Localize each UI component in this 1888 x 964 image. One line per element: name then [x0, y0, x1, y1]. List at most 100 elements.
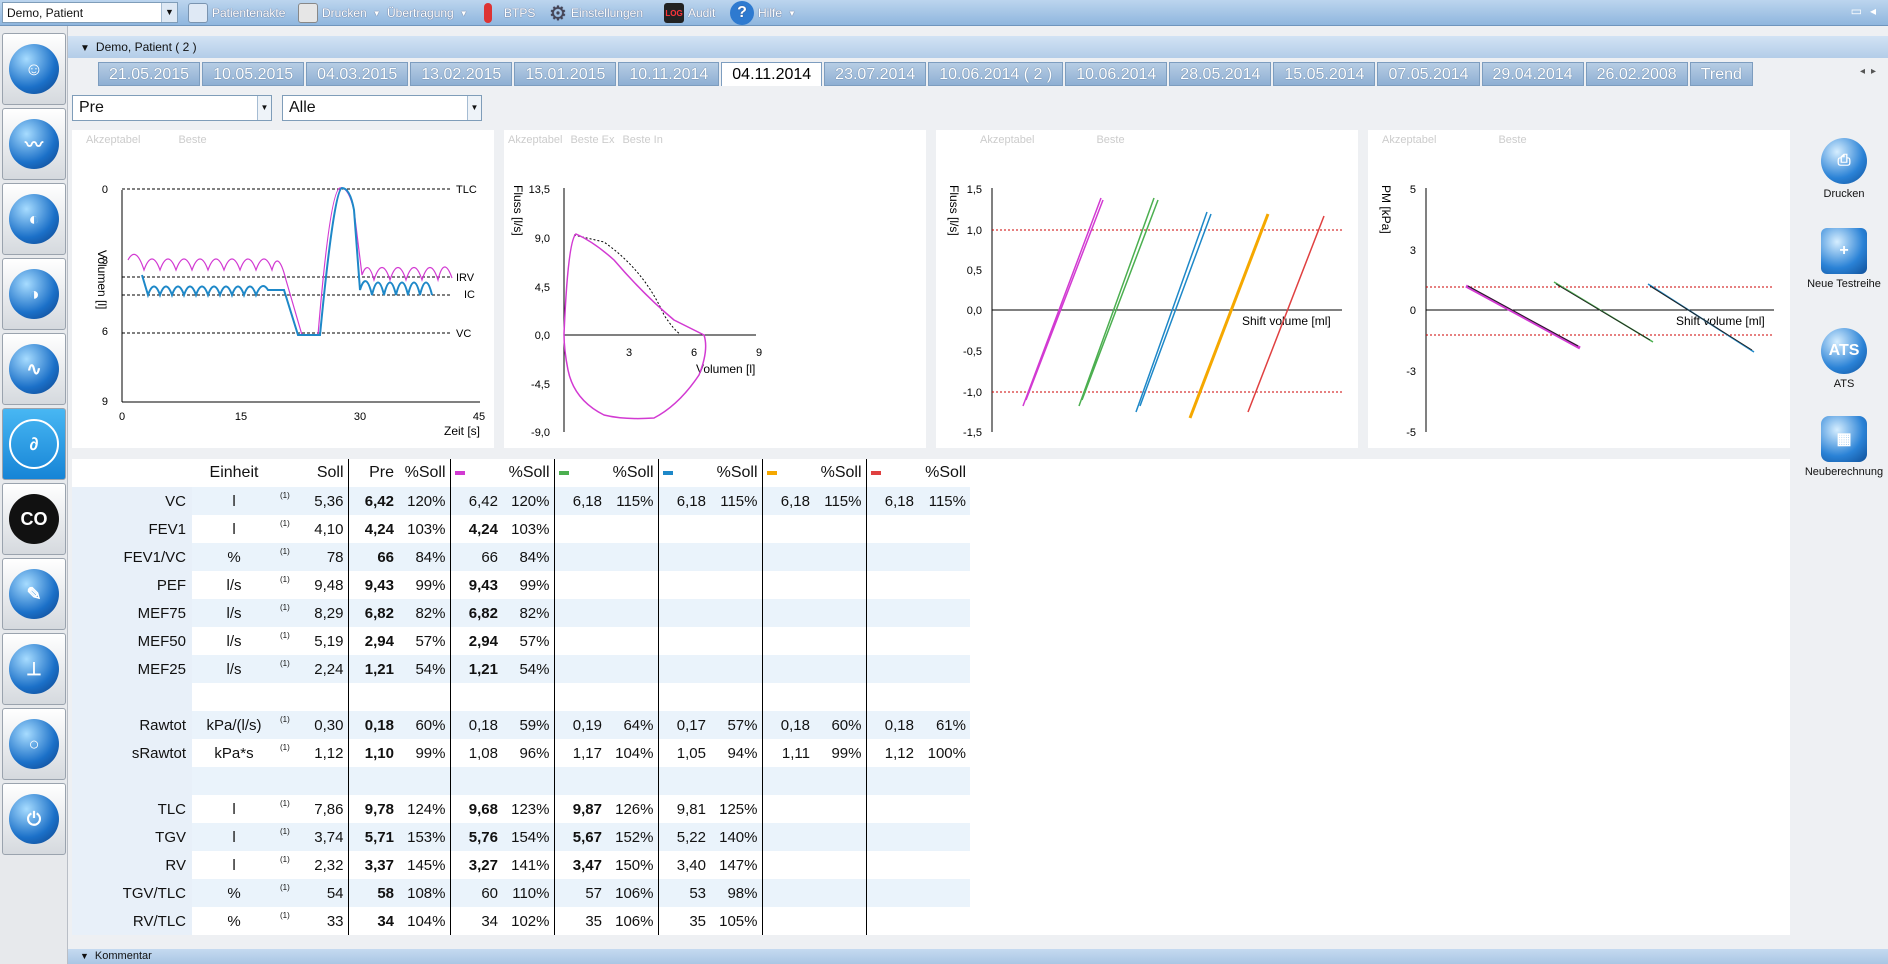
row-trial-pct — [710, 627, 762, 655]
row-trial-pct — [814, 795, 866, 823]
row-trial-pct: 140% — [710, 823, 762, 851]
row-pct: 54% — [398, 655, 450, 683]
header-pre: Pre — [347, 459, 398, 487]
row-reference: (1) — [280, 855, 290, 864]
patient-select[interactable]: Demo, Patient ▼ — [2, 2, 178, 23]
uebertragung-button[interactable]: Übertragung ▼ — [387, 0, 468, 26]
sidebar-co-button[interactable]: CO — [2, 483, 66, 555]
uebertragung-label: Übertragung — [387, 6, 454, 20]
table-row: FEV1 l (1) 4,10 4,24 103% 4,24 103% — [72, 515, 970, 543]
patient-header[interactable]: ▼ Demo, Patient ( 2 ) — [68, 36, 1888, 58]
drucken-label: Drucken — [322, 6, 367, 20]
row-trial-value: 1,12 — [865, 739, 918, 767]
patient-select-value: Demo, Patient — [7, 6, 84, 20]
date-tab[interactable]: Trend — [1689, 62, 1753, 86]
sidebar-breathing-button[interactable]: ∿ — [2, 333, 66, 405]
ats-icon: ATS — [1821, 328, 1867, 374]
sidebar-patient-button[interactable]: ☺ — [2, 33, 66, 105]
row-trial-value — [553, 683, 606, 711]
date-tab[interactable]: 23.07.2014 — [824, 62, 927, 86]
sidebar-bodyplethysmography-button[interactable]: ∂ — [2, 408, 66, 480]
row-trial-pct: 57% — [519, 632, 550, 650]
row-unit — [192, 683, 276, 711]
x-tick: 0 — [119, 411, 125, 423]
row-trial-pct — [918, 543, 970, 571]
sidebar-spirometry-button[interactable]: ◐ — [2, 183, 66, 255]
date-tab[interactable]: 13.02.2015 — [410, 62, 513, 86]
date-tab[interactable]: 21.05.2015 — [98, 62, 201, 86]
row-trial-value: 0,18 — [761, 711, 814, 739]
row-soll: 1,12 — [314, 744, 344, 762]
date-tab[interactable]: 29.04.2014 — [1481, 62, 1584, 86]
neuberechnung-button[interactable]: ▦ Neuberechnung — [1800, 416, 1888, 478]
row-trial-pct: 120% — [502, 487, 554, 515]
hilfe-button[interactable]: ? Hilfe ▼ — [730, 0, 796, 26]
row-trial-pct: 94% — [727, 744, 758, 762]
filter-select[interactable]: Alle ▼ — [282, 95, 482, 121]
resistance-loop-chart[interactable]: Akzeptabel Beste Fluss [l/s] Shift volume… — [936, 130, 1358, 448]
y-axis-label: Fluss [l/s] — [947, 185, 961, 236]
date-tab[interactable]: 10.06.2014 ( 2 ) — [928, 62, 1064, 86]
row-trial-pct — [710, 571, 762, 599]
row-trial-value: 2,94 — [449, 627, 502, 655]
sidebar-flow-volume-button[interactable]: ◑ — [2, 258, 66, 330]
row-soll: 2,32 — [314, 856, 344, 874]
pressure-loop-chart[interactable]: Akzeptabel Beste PM [kPa] Shift volume [m… — [1368, 130, 1790, 448]
x-axis-label: Shift volume [ml] — [1676, 314, 1765, 328]
date-tab[interactable]: 10.06.2014 — [1065, 62, 1168, 86]
patient-header-title: Demo, Patient ( 2 ) — [95, 40, 197, 54]
row-pre: 34 — [347, 907, 398, 935]
header-pct-soll: %Soll — [404, 464, 446, 481]
sidebar-bronchodilation-button[interactable]: ⊥ — [2, 633, 66, 705]
patientenakte-button[interactable]: Patientenakte — [188, 0, 285, 26]
row-pct: 124% — [407, 800, 446, 818]
drucken-button[interactable]: Drucken ▼ — [298, 0, 381, 26]
sidebar-ecg-button[interactable]: 〰 — [2, 108, 66, 180]
neue-testreihe-button[interactable]: + Neue Testreihe — [1800, 228, 1888, 290]
btps-button[interactable]: BTPS — [484, 0, 535, 26]
date-tab[interactable]: 10.05.2015 — [202, 62, 305, 86]
row-reference: (1) — [280, 799, 290, 808]
date-tab[interactable]: 28.05.2014 — [1169, 62, 1272, 86]
y-tick: 0,0 — [535, 330, 550, 342]
tab-scroll-arrows[interactable]: ◂▸ — [1860, 66, 1882, 77]
date-tab[interactable]: 10.11.2014 — [618, 62, 720, 86]
date-tab[interactable]: 04.03.2015 — [306, 62, 409, 86]
row-unit: % — [227, 912, 241, 930]
row-label: FEV1/VC — [72, 543, 192, 571]
chevron-down-icon[interactable]: ▼ — [257, 96, 271, 120]
date-tab[interactable]: 15.05.2014 — [1273, 62, 1376, 86]
date-tab[interactable]: 04.11.2014 — [721, 62, 823, 86]
kommentar-panel[interactable]: ▼ Kommentar — [68, 949, 1888, 964]
y-tick: 13,5 — [529, 184, 550, 196]
row-soll: 3,74 — [298, 823, 348, 851]
table-row: MEF75 l/s (1) 8,29 6,82 82% 6,82 82% — [72, 599, 970, 627]
results-table: Einheit Soll Pre %Soll %Soll %Soll %Soll %Soll%… — [72, 459, 970, 935]
einstellungen-button[interactable]: ⚙ Einstellungen — [549, 0, 643, 26]
row-trial-pct: 64% — [606, 711, 658, 739]
patient-icon: ☺ — [9, 44, 59, 94]
date-tab[interactable]: 07.05.2014 — [1377, 62, 1480, 86]
volume-time-chart[interactable]: Akzeptabel Beste Volumen [l] Zeit [s] 036… — [72, 130, 494, 448]
row-pre: 6,82 — [347, 599, 398, 627]
row-soll — [298, 683, 348, 711]
drucken-side-button[interactable]: ⎙ Drucken — [1800, 138, 1888, 200]
chevron-down-icon[interactable]: ▼ — [161, 3, 177, 22]
audit-button[interactable]: LOG Audit — [664, 0, 715, 26]
sidebar-exit-button[interactable]: ⏻ — [2, 783, 66, 855]
window-controls[interactable]: ▭◂ — [1851, 4, 1884, 18]
sidebar-provocation-button[interactable]: ✎ — [2, 558, 66, 630]
chevron-down-icon[interactable]: ▼ — [467, 96, 481, 120]
row-trial-pct — [814, 879, 866, 907]
date-tab[interactable]: 15.01.2015 — [514, 62, 617, 86]
flow-volume-chart[interactable]: Akzeptabel Beste Ex Beste In Fluss [l/s] V… — [504, 130, 926, 448]
date-tab[interactable]: 26.02.2008 — [1585, 62, 1688, 86]
row-trial-pct — [918, 767, 970, 795]
row-trial-value — [449, 683, 502, 711]
row-trial-pct — [918, 571, 970, 599]
phase-select[interactable]: Pre ▼ — [72, 95, 272, 121]
row-trial-value — [553, 571, 606, 599]
ats-button[interactable]: ATS ATS — [1800, 328, 1888, 390]
sidebar-gas-button[interactable]: ○ — [2, 708, 66, 780]
row-trial-value — [865, 907, 918, 935]
